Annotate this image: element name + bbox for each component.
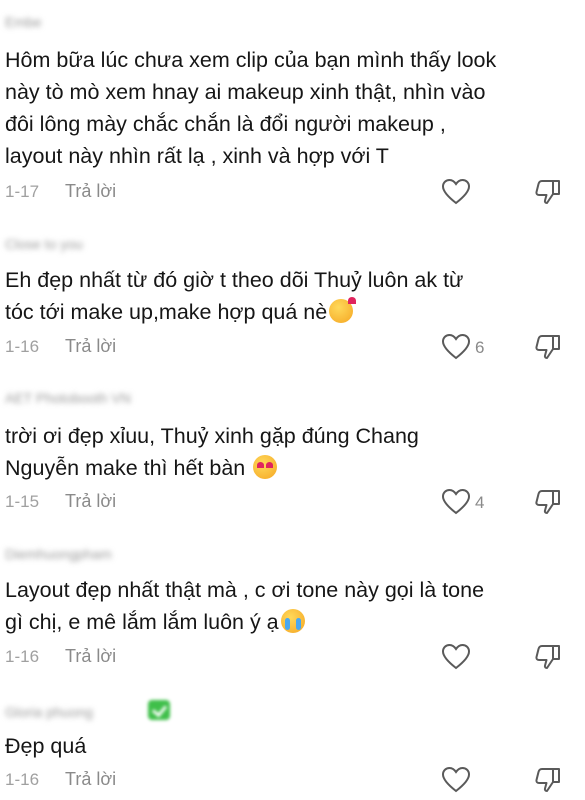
comment-text-content: Eh đẹp nhất từ đó giờ t theo dõi Thuỷ lu… [5, 268, 464, 324]
heart-outline-icon[interactable] [441, 488, 471, 516]
comment-username[interactable]: Embe [5, 14, 42, 30]
comment-text-content: Layout đẹp nhất thật mà , c ơi tone này … [5, 578, 485, 634]
like-count: 6 [475, 338, 485, 357]
heart-outline-icon[interactable] [441, 178, 471, 206]
comment-username[interactable]: Close to you [5, 236, 83, 252]
like-count: 4 [475, 493, 485, 512]
heart-eyes-icon [253, 455, 278, 479]
thumbs-down-outline-icon[interactable] [533, 177, 563, 207]
heart-outline-icon[interactable] [441, 643, 471, 671]
comment-text: Hôm bữa lúc chưa xem clip của bạn mình t… [5, 48, 497, 168]
thumbs-down-outline-icon[interactable] [533, 765, 563, 795]
comment-username[interactable]: Diemhuongpham [5, 546, 112, 562]
comment-text: Layout đẹp nhất thật mà , c ơi tone này … [5, 574, 575, 638]
thumbs-down-outline-icon[interactable] [533, 642, 563, 672]
reply-button[interactable]: Trả lời [65, 181, 116, 202]
loudly-crying-face-icon [280, 609, 305, 633]
comment-date: 1-17 [5, 182, 40, 201]
reply-button[interactable]: Trả lời [65, 491, 116, 512]
comment-meta: 1-17 Trả lời [5, 177, 580, 207]
comment-text-content: trời ơi đẹp xỉuu, Thuỷ xinh gặp đúng Cha… [5, 424, 419, 480]
heart-outline-icon[interactable] [441, 333, 471, 361]
heart-outline-icon[interactable] [441, 766, 471, 794]
comment-username[interactable]: AET Photobooth VN [5, 390, 131, 406]
comment-text: Đẹp quá [5, 734, 87, 758]
comment-meta: 1-16 Trả lời 6 [5, 332, 580, 362]
thumbs-down-outline-icon[interactable] [533, 332, 563, 362]
verified-icon [148, 700, 170, 720]
thumbs-down-outline-icon[interactable] [533, 487, 563, 517]
comment-meta: 1-16 Trả lời [5, 765, 580, 795]
smiling-face-with-hearts-icon [329, 297, 357, 323]
reply-button[interactable]: Trả lời [65, 646, 116, 667]
comment-meta: 1-15 Trả lời 4 [5, 487, 580, 517]
comment-username[interactable]: Gloria phuong [5, 704, 93, 720]
comment-meta: 1-16 Trả lời [5, 642, 580, 672]
reply-button[interactable]: Trả lời [65, 336, 116, 357]
comment-date: 1-16 [5, 647, 40, 666]
comment-date: 1-16 [5, 337, 40, 356]
comment-date: 1-16 [5, 770, 40, 789]
comment-text: trời ơi đẹp xỉuu, Thuỷ xinh gặp đúng Cha… [5, 420, 575, 484]
comment-date: 1-15 [5, 492, 40, 511]
comment-text: Eh đẹp nhất từ đó giờ t theo dõi Thuỷ lu… [5, 264, 575, 328]
reply-button[interactable]: Trả lời [65, 769, 116, 790]
